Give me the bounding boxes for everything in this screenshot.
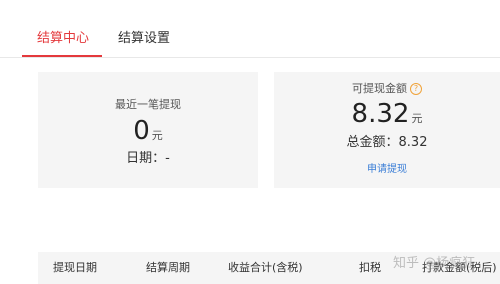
question-circle-icon[interactable]: ? bbox=[410, 83, 422, 95]
last-withdrawal-card: 最近一笔提现 0元 日期：- bbox=[38, 72, 258, 188]
tab-bar: 结算中心 结算设置 bbox=[0, 0, 500, 58]
last-withdrawal-label: 最近一笔提现 bbox=[115, 98, 181, 111]
withdrawable-label-row: 可提现金额? bbox=[274, 82, 500, 96]
column-header-payout-amount: 打款金额(税后) bbox=[422, 261, 497, 274]
date-value: - bbox=[165, 151, 170, 166]
column-header-withdrawal-date: 提现日期 bbox=[53, 261, 97, 274]
column-header-tax: 扣税 bbox=[359, 261, 381, 274]
last-withdrawal-date-row: 日期：- bbox=[38, 151, 258, 167]
tab-settlement-center[interactable]: 结算中心 bbox=[37, 30, 89, 48]
withdrawal-table-header: 提现日期 结算周期 收益合计(含税) 扣税 打款金额(税后) bbox=[38, 252, 500, 284]
column-header-settlement-period: 结算周期 bbox=[146, 261, 190, 274]
tab-settlement-settings[interactable]: 结算设置 bbox=[118, 30, 170, 48]
total-amount-row: 总金额：8.32 bbox=[274, 135, 500, 151]
total-value: 8.32 bbox=[398, 135, 428, 150]
apply-withdrawal-link[interactable]: 申请提现 bbox=[367, 164, 407, 175]
withdrawable-unit: 元 bbox=[411, 112, 423, 125]
active-tab-indicator bbox=[22, 55, 102, 57]
withdrawable-label: 可提现金额 bbox=[352, 82, 407, 95]
column-header-total-income: 收益合计(含税) bbox=[228, 261, 303, 274]
withdrawable-amount-row: 8.32 元 bbox=[274, 99, 500, 129]
last-withdrawal-unit: 元 bbox=[151, 129, 163, 142]
last-withdrawal-amount: 0 bbox=[133, 116, 150, 146]
apply-withdrawal-row: 申请提现 bbox=[274, 157, 500, 176]
date-label: 日期： bbox=[126, 151, 166, 166]
total-label: 总金额： bbox=[346, 135, 399, 150]
withdrawable-card: 可提现金额? 8.32 元 总金额：8.32 申请提现 bbox=[274, 72, 500, 188]
settlement-page: 结算中心 结算设置 最近一笔提现 0元 日期：- 可提现金额? 8.32 元 总金… bbox=[0, 0, 500, 284]
last-withdrawal-amount-row: 0元 bbox=[38, 116, 258, 146]
withdrawable-amount: 8.32 bbox=[351, 99, 410, 129]
